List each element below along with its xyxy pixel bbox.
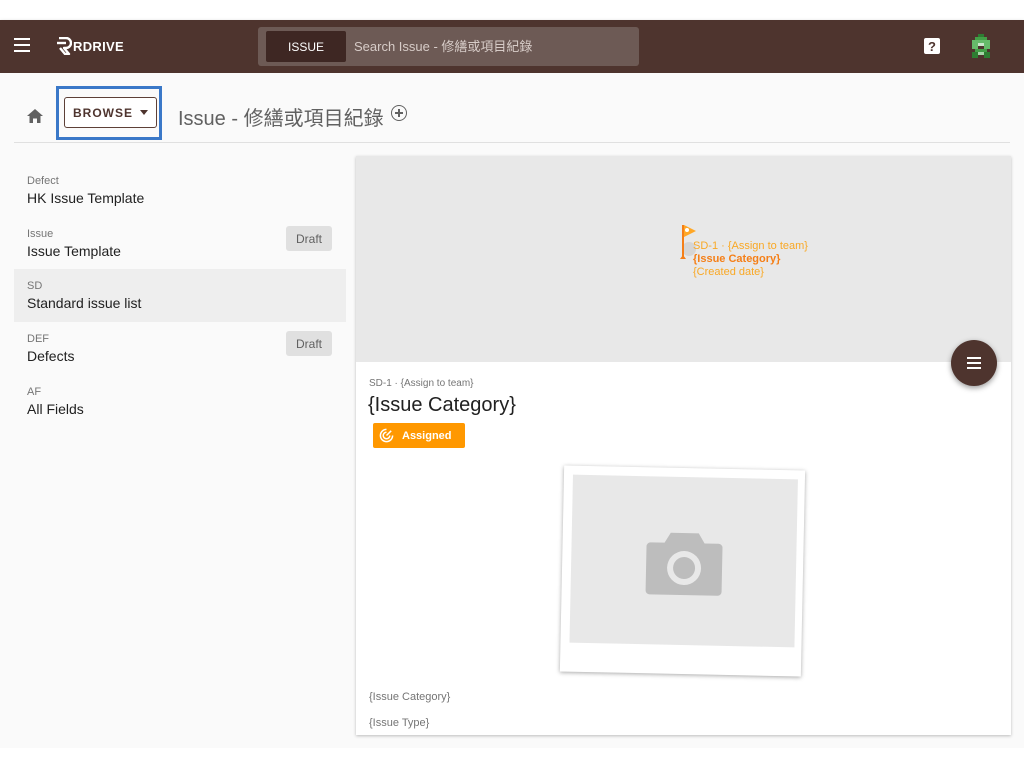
draft-badge: Draft	[286, 226, 332, 251]
browse-button[interactable]: BROWSE	[64, 97, 157, 128]
item-name: All Fields	[27, 401, 84, 417]
help-icon[interactable]: ?	[924, 38, 940, 54]
item-code: Defect	[27, 175, 59, 187]
page-header: BROWSE Issue - 修繕或項目紀錄	[0, 73, 1024, 153]
preview-card: SD-1 · {Assign to team} {Issue Category}…	[356, 156, 1011, 735]
list-item[interactable]: Issue Issue Template Draft	[14, 217, 346, 270]
list-item-selected[interactable]: SD Standard issue list	[14, 269, 346, 322]
item-name: Issue Template	[27, 243, 121, 259]
item-name: Standard issue list	[27, 295, 142, 311]
card-subtitle: SD-1 · {Assign to team}	[369, 378, 474, 389]
app-logo[interactable]: RDRIVE	[56, 36, 124, 56]
target-icon	[379, 428, 394, 443]
caret-down-icon	[140, 110, 148, 115]
item-name: Defects	[27, 348, 75, 364]
map-marker-title: {Issue Category}	[693, 253, 781, 265]
field-issue-type: {Issue Type}	[369, 717, 430, 729]
item-name: HK Issue Template	[27, 190, 145, 206]
item-code: AF	[27, 386, 42, 398]
field-issue-category: {Issue Category}	[369, 691, 451, 703]
search-bar: ISSUE	[258, 27, 639, 66]
status-label: Assigned	[402, 429, 452, 442]
search-scope-button[interactable]: ISSUE	[266, 31, 346, 62]
page-title: Issue - 修繕或項目紀錄	[178, 108, 384, 130]
list-item[interactable]: Defect HK Issue Template	[14, 164, 346, 217]
template-list: Defect HK Issue Template Issue Issue Tem…	[0, 143, 350, 748]
home-icon[interactable]	[26, 108, 44, 124]
menu-icon[interactable]	[14, 38, 30, 52]
list-item[interactable]: DEF Defects Draft	[14, 322, 346, 375]
menu-fab-button[interactable]	[951, 340, 997, 386]
status-badge: Assigned	[373, 423, 465, 448]
card-title: {Issue Category}	[368, 394, 516, 416]
photo-frame[interactable]	[559, 465, 806, 677]
map-marker-date: {Created date}	[693, 266, 764, 278]
item-code: DEF	[27, 333, 49, 345]
photo-placeholder	[569, 474, 798, 648]
logo-text: RDRIVE	[73, 38, 124, 54]
search-input[interactable]	[354, 31, 639, 62]
logo-mark-icon	[57, 37, 72, 55]
avatar[interactable]	[966, 31, 996, 61]
item-code: Issue	[27, 228, 54, 240]
draft-badge: Draft	[286, 331, 332, 356]
top-app-bar: RDRIVE ISSUE ?	[0, 20, 1024, 73]
list-item[interactable]: AF All Fields	[14, 375, 346, 428]
item-code: SD	[27, 280, 43, 292]
add-circle-icon[interactable]	[391, 105, 407, 121]
map-marker-label: SD-1 · {Assign to team}	[693, 240, 808, 252]
map-preview[interactable]: SD-1 · {Assign to team} {Issue Category}…	[356, 156, 1011, 362]
browse-label: BROWSE	[73, 105, 133, 120]
camera-icon	[645, 532, 722, 596]
